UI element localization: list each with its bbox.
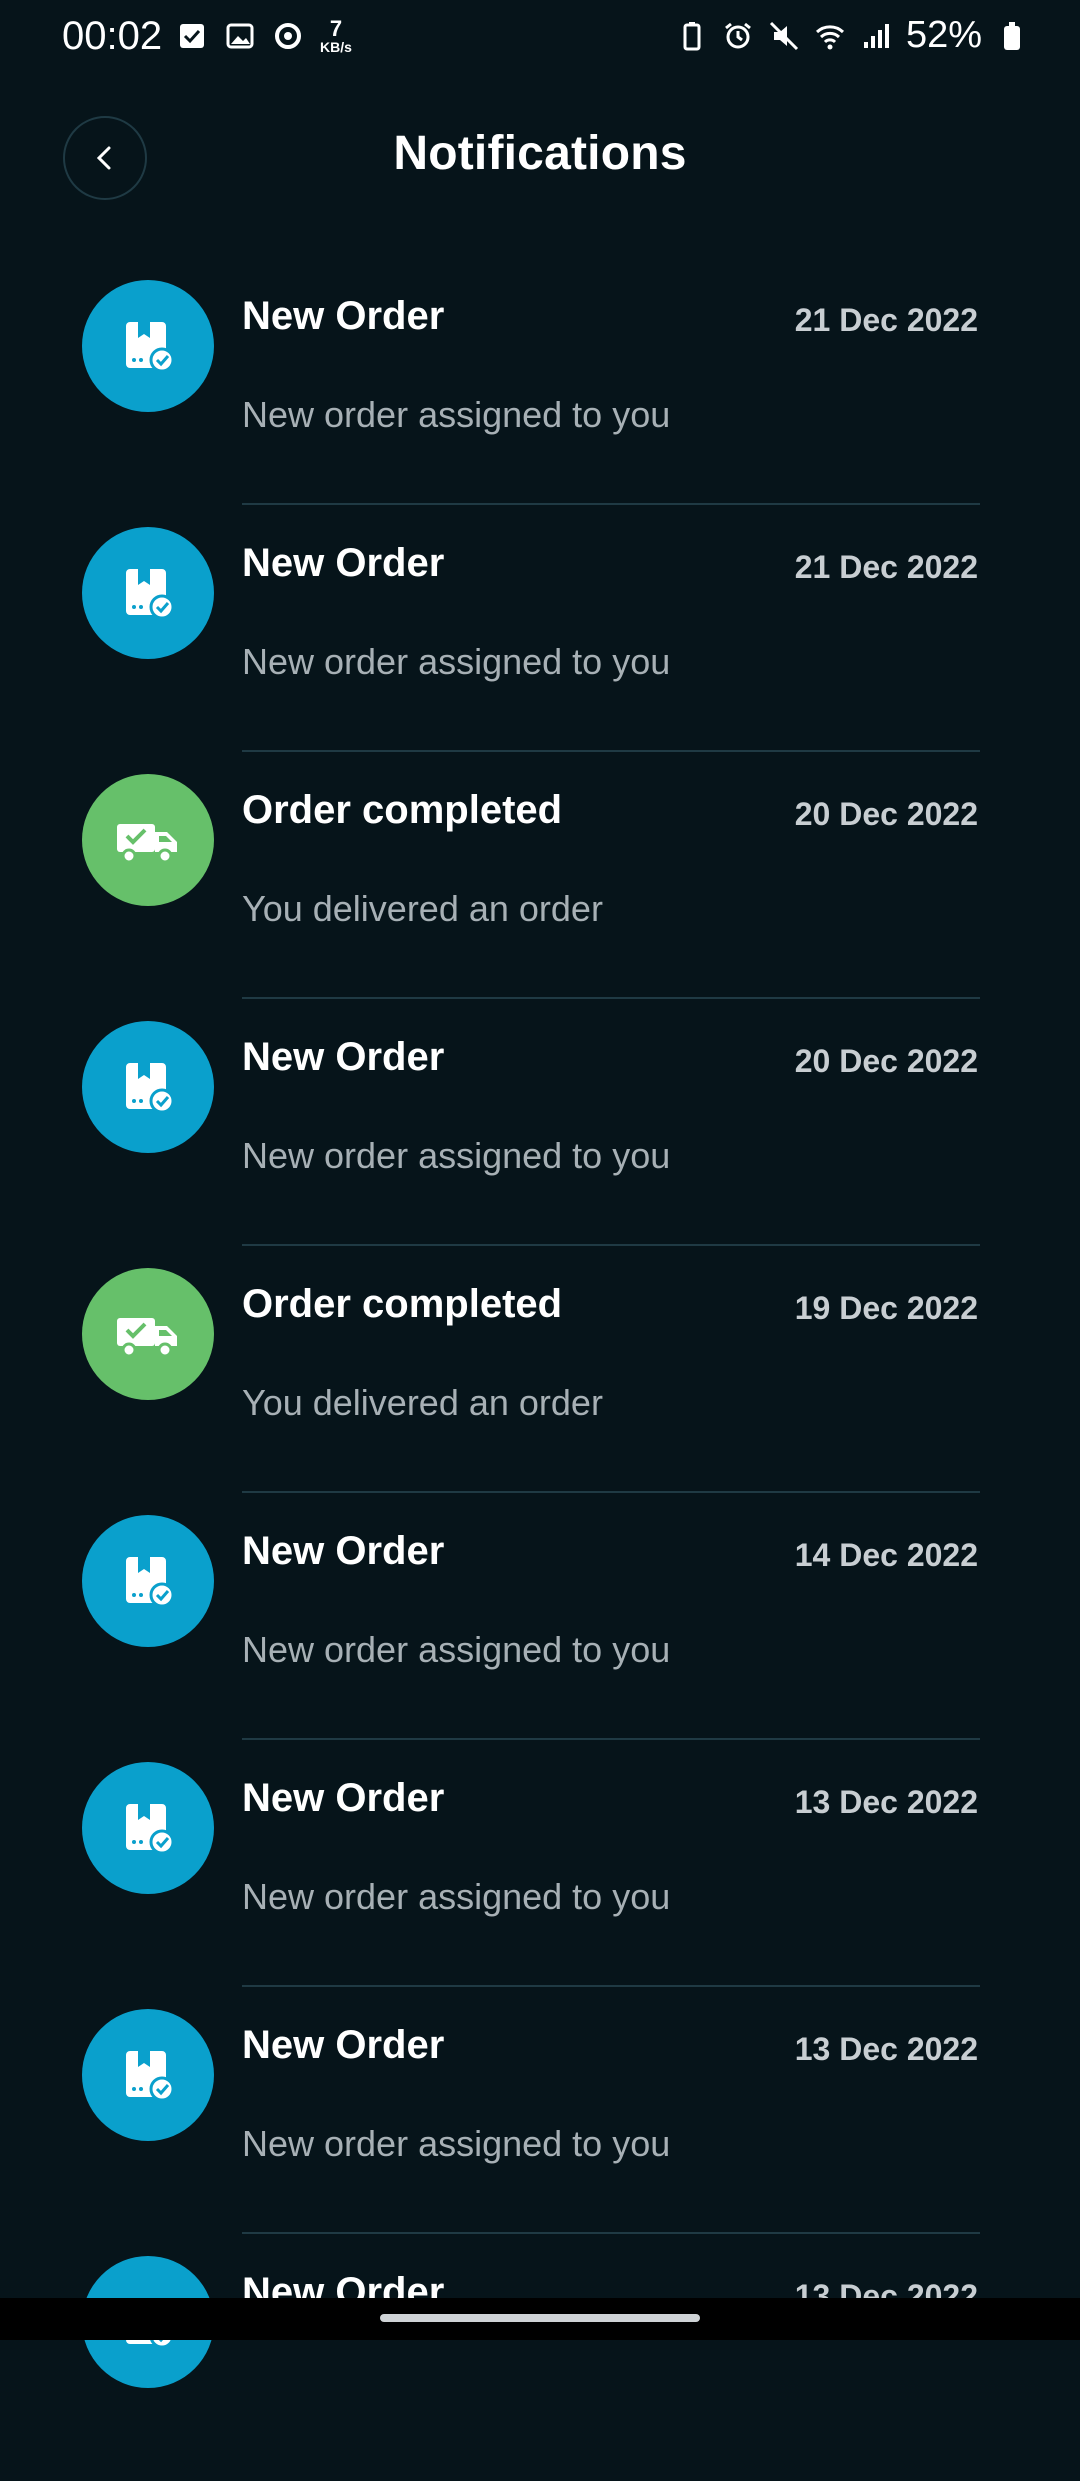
app-header: Notifications [0,100,1080,220]
notification-item[interactable]: Order completed 19 Dec 2022 You delivere… [0,1246,1080,1493]
notification-description: New order assigned to you [242,1135,671,1176]
notification-title: New Order [242,1035,445,1079]
avatar [82,774,214,906]
status-right-icons: 52% [676,14,1028,57]
checkbox-notification-icon [180,24,204,48]
notification-description: You delivered an order [242,888,603,929]
notification-item[interactable]: New Order 21 Dec 2022 New order assigned… [0,505,1080,752]
avatar [82,1021,214,1153]
mute-icon [769,21,798,50]
package-check-icon [126,569,175,620]
notification-date: 19 Dec 2022 [794,1290,978,1326]
battery-saver-icon [683,21,701,50]
delivery-truck-check-icon [117,1318,177,1358]
notification-title: New Order [242,1776,445,1820]
battery-icon [1004,21,1020,50]
wifi-icon [815,24,844,49]
signal-icon [863,23,889,48]
avatar [82,1268,214,1400]
notification-item[interactable]: New Order 14 Dec 2022 New order assigned… [0,1493,1080,1740]
net-speed-unit: KB/s [320,39,352,55]
battery-percent: 52% [905,14,982,56]
notification-list: New Order 21 Dec 2022 New order assigned… [0,258,1080,2481]
notification-item[interactable]: New Order 13 Dec 2022 [0,2234,1080,2481]
status-left-icons: 7 KB/s [176,18,352,54]
avatar [82,527,214,659]
notification-description: New order assigned to you [242,2123,671,2164]
notification-date: 20 Dec 2022 [794,796,978,832]
notification-date: 21 Dec 2022 [794,302,978,338]
net-speed: 7 KB/s [320,16,352,55]
delivery-truck-check-icon [117,824,177,864]
notification-item[interactable]: Order completed 20 Dec 2022 You delivere… [0,752,1080,999]
notification-description: New order assigned to you [242,1876,671,1917]
package-check-icon [126,1557,175,1608]
system-nav-bar [0,2298,1080,2340]
notification-date: 14 Dec 2022 [794,1537,978,1573]
notification-title: New Order [242,541,445,585]
package-check-icon [126,322,175,373]
notification-date: 13 Dec 2022 [794,1784,978,1820]
alarm-icon [725,22,751,48]
notification-description: New order assigned to you [242,394,671,435]
package-check-icon [126,2051,175,2102]
avatar [82,2009,214,2141]
net-speed-value: 7 [329,16,343,41]
package-check-icon [126,1804,175,1855]
page-title: Notifications [393,127,687,180]
notification-item[interactable]: New Order 13 Dec 2022 New order assigned… [0,1987,1080,2234]
avatar [82,1762,214,1894]
notification-title: New Order [242,294,445,338]
home-indicator[interactable] [380,2314,700,2322]
notification-date: 13 Dec 2022 [794,2031,978,2067]
avatar [82,1515,214,1647]
notification-item[interactable]: New Order 13 Dec 2022 New order assigned… [0,1740,1080,1987]
notification-title: Order completed [242,788,563,832]
notification-item[interactable]: New Order 20 Dec 2022 New order assigned… [0,999,1080,1246]
notification-date: 21 Dec 2022 [794,549,978,585]
notification-date: 20 Dec 2022 [794,1043,978,1079]
notification-title: Order completed [242,1282,563,1326]
image-notification-icon [226,23,254,49]
status-bar: 00:02 7 KB/s 52% [0,0,1080,80]
package-check-icon [126,1063,175,1114]
notification-description: New order assigned to you [242,641,671,682]
status-time: 00:02 [62,14,163,58]
notification-item[interactable]: New Order 21 Dec 2022 New order assigned… [0,258,1080,505]
notification-description: You delivered an order [242,1382,603,1423]
avatar [82,280,214,412]
notification-description: New order assigned to you [242,1629,671,1670]
notification-title: New Order [242,2023,445,2067]
notification-title: New Order [242,1529,445,1573]
sync-notification-icon [275,23,301,49]
